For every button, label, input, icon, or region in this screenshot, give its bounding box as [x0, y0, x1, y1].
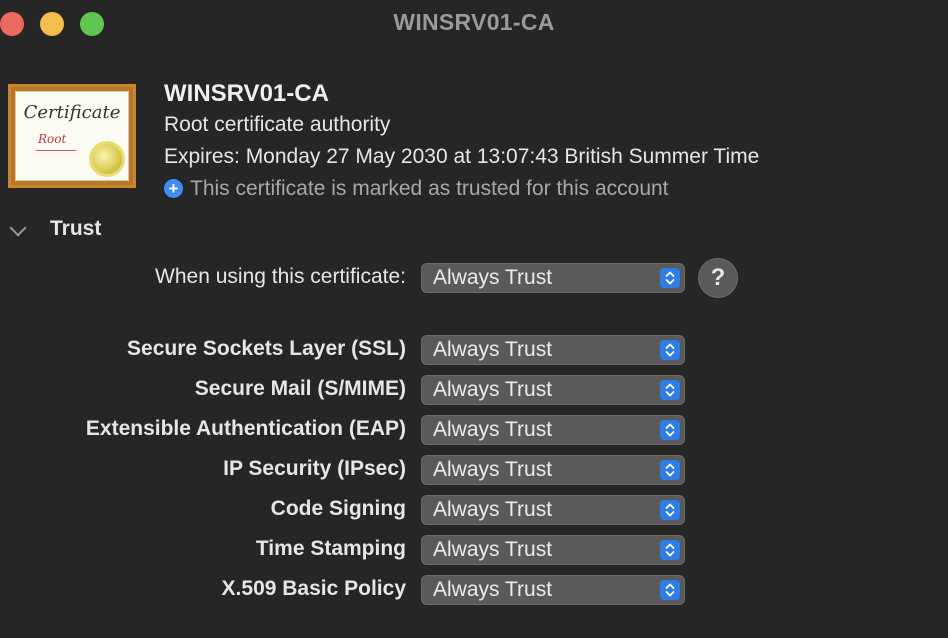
plus-icon: + [164, 179, 183, 198]
ipsec-label: IP Security (IPsec) [223, 457, 406, 480]
up-down-arrows-icon [660, 420, 680, 440]
trust-status-text: This certificate is marked as trusted fo… [190, 177, 669, 200]
when-using-label: When using this certificate: [155, 265, 406, 288]
certificate-icon-word: Certificate [23, 102, 121, 123]
smime-label: Secure Mail (S/MIME) [194, 377, 406, 400]
seal-icon [92, 144, 122, 174]
up-down-arrows-icon [660, 268, 680, 288]
smime-popup[interactable]: Always Trust [421, 375, 685, 405]
certificate-icon-sub: Root [38, 132, 67, 146]
x509-label: X.509 Basic Policy [221, 577, 406, 600]
certificate-icon: Certificate Root [8, 84, 136, 188]
chevron-down-icon[interactable] [9, 219, 27, 237]
ipsec-popup[interactable]: Always Trust [421, 455, 685, 485]
title-bar: WINSRV01-CA [0, 0, 948, 46]
ssl-popup[interactable]: Always Trust [421, 335, 685, 365]
popup-value: Always Trust [433, 458, 553, 481]
when-using-popup[interactable]: Always Trust [421, 263, 685, 293]
up-down-arrows-icon [660, 380, 680, 400]
popup-value: Always Trust [433, 578, 553, 601]
up-down-arrows-icon [660, 540, 680, 560]
certificate-name: WINSRV01-CA [164, 80, 329, 107]
popup-value: Always Trust [433, 338, 553, 361]
trust-section-title[interactable]: Trust [50, 217, 101, 241]
code-signing-popup[interactable]: Always Trust [421, 495, 685, 525]
certificate-expiry: Expires: Monday 27 May 2030 at 13:07:43 … [164, 145, 760, 168]
time-stamping-popup[interactable]: Always Trust [421, 535, 685, 565]
up-down-arrows-icon [660, 340, 680, 360]
up-down-arrows-icon [660, 580, 680, 600]
popup-value: Always Trust [433, 498, 553, 521]
x509-popup[interactable]: Always Trust [421, 575, 685, 605]
up-down-arrows-icon [660, 500, 680, 520]
help-button[interactable]: ? [698, 258, 738, 298]
popup-value: Always Trust [433, 266, 553, 289]
eap-label: Extensible Authentication (EAP) [85, 417, 406, 440]
popup-value: Always Trust [433, 538, 553, 561]
code-signing-label: Code Signing [270, 497, 406, 520]
popup-value: Always Trust [433, 378, 553, 401]
time-stamping-label: Time Stamping [255, 537, 406, 560]
window-title: WINSRV01-CA [393, 9, 555, 35]
ssl-label: Secure Sockets Layer (SSL) [127, 337, 406, 360]
trust-status: + This certificate is marked as trusted f… [164, 177, 669, 201]
up-down-arrows-icon [660, 460, 680, 480]
certificate-kind: Root certificate authority [164, 113, 391, 136]
eap-popup[interactable]: Always Trust [421, 415, 685, 445]
popup-value: Always Trust [433, 418, 553, 441]
